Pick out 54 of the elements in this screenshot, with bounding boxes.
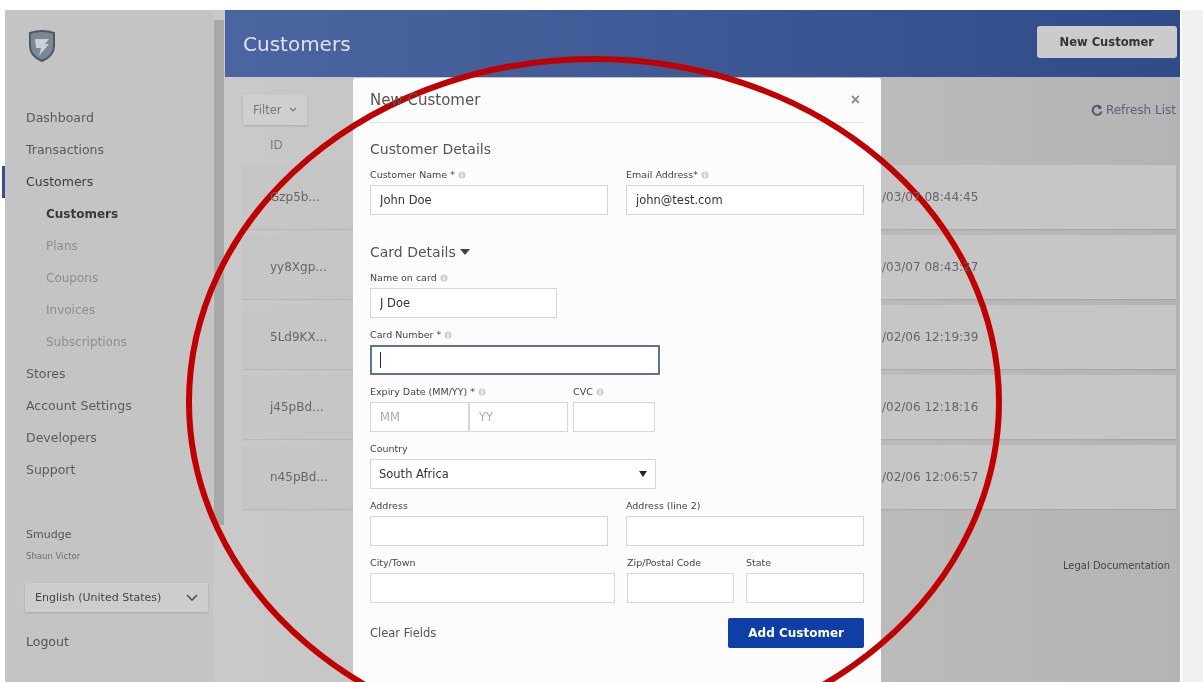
user-subtitle: Shaun Victor: [26, 551, 82, 561]
country-dropdown[interactable]: South Africa: [370, 459, 656, 489]
refresh-icon: [1090, 104, 1103, 116]
field-label: Address: [370, 500, 408, 511]
caret-icon: [639, 471, 647, 477]
close-button[interactable]: ×: [846, 91, 864, 109]
logout-link[interactable]: Logout: [26, 634, 213, 649]
table-cell: /02/06 12:06:57: [882, 470, 979, 484]
text-cursor: [380, 352, 381, 368]
scrollbar[interactable]: [213, 10, 225, 682]
input-field[interactable]: john@test.com: [626, 185, 864, 215]
refresh-list-link[interactable]: Refresh List: [1090, 103, 1176, 117]
nav-item[interactable]: Support: [2, 454, 213, 486]
filter-button[interactable]: Filter: [243, 95, 308, 125]
language-dropdown[interactable]: English (United States): [25, 583, 208, 612]
table-cell: yy8Xgp...: [270, 260, 327, 274]
section-heading[interactable]: Card Details: [370, 244, 456, 260]
input-field[interactable]: J Doe: [370, 288, 557, 318]
table-cell: j45pBd...: [270, 400, 324, 414]
field-label: State: [746, 557, 772, 568]
table-cell: 5Ld9KX...: [270, 330, 328, 344]
nav-item[interactable]: Transactions: [2, 134, 213, 166]
nav-item[interactable]: Developers: [2, 422, 213, 454]
field-label: CVC: [573, 386, 593, 397]
chevron-down-icon: [186, 593, 198, 602]
nav-subitem[interactable]: Customers: [5, 198, 213, 230]
table-cell: n45pBd...: [270, 470, 328, 484]
input-field[interactable]: John Doe: [370, 185, 608, 215]
field-label: Country: [370, 443, 408, 454]
nav-item[interactable]: Account Settings: [2, 390, 213, 422]
field-label: Name on card: [370, 272, 437, 283]
nav-item[interactable]: Stores: [2, 358, 213, 390]
section-heading: Customer Details: [370, 141, 491, 157]
field-label: Address (line 2): [626, 500, 701, 511]
field-label: Zip/Postal Code: [627, 557, 702, 568]
field-label: Customer Name *: [370, 169, 455, 180]
column-header: ID: [270, 138, 283, 152]
field-label: City/Town: [370, 557, 416, 568]
table-cell: /02/06 12:18:16: [882, 400, 979, 414]
table-cell: Gzp5b...: [270, 190, 320, 204]
add-customer-button[interactable]: Add Customer: [728, 618, 864, 648]
field-label: Card Number *: [370, 329, 442, 340]
user-name: Smudge: [26, 528, 73, 541]
nav-item[interactable]: Dashboard: [2, 102, 213, 134]
legal-documentation-link[interactable]: Legal Documentation: [1062, 560, 1170, 571]
table-cell: /02/06 12:19:39: [882, 330, 979, 344]
shield-logo-icon: [27, 30, 57, 62]
new-customer-button[interactable]: New Customer: [1036, 26, 1177, 58]
chevron-down-icon: [289, 107, 298, 113]
field-label: Email Address*: [626, 169, 698, 180]
input-field[interactable]: [370, 345, 660, 375]
clear-fields-link[interactable]: Clear Fields: [370, 626, 437, 640]
page-title: Customers: [243, 31, 351, 56]
field-label: Expiry Date (MM/YY) *: [370, 386, 475, 397]
